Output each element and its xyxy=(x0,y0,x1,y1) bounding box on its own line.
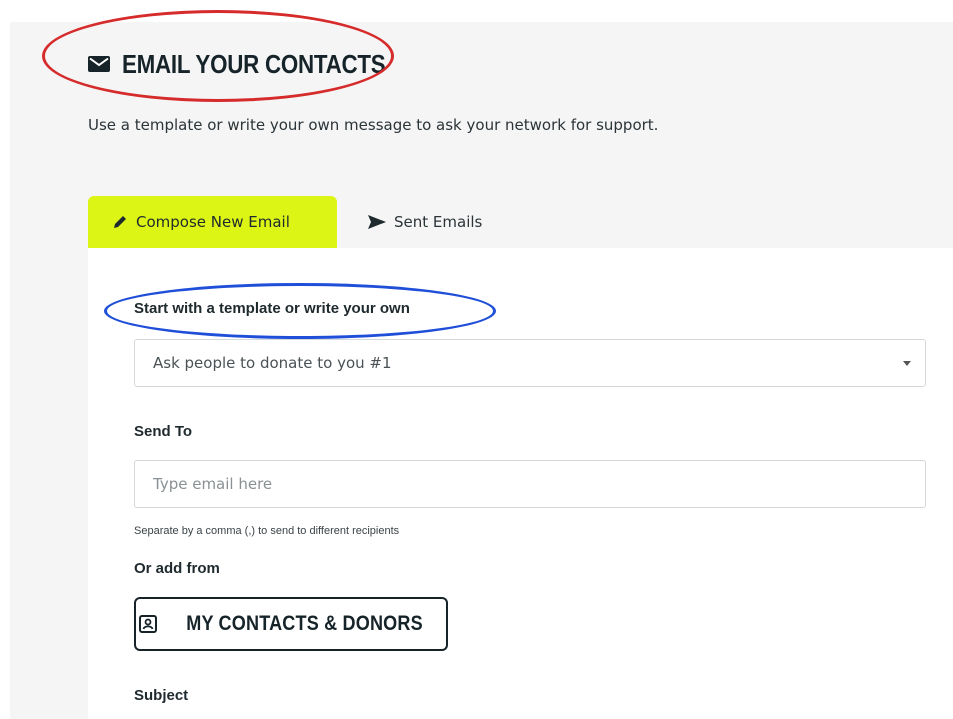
tab-sent-emails[interactable]: Sent Emails xyxy=(346,196,546,248)
tab-sent-label: Sent Emails xyxy=(394,213,483,231)
page-title-text: EMAIL YOUR CONTACTS xyxy=(122,48,386,79)
template-label: Start with a template or write your own xyxy=(134,300,410,317)
chevron-down-icon xyxy=(903,361,911,366)
pencil-icon xyxy=(112,214,128,230)
page-title: EMAIL YOUR CONTACTS xyxy=(88,46,428,82)
my-contacts-donors-button[interactable]: MY CONTACTS & DONORS xyxy=(134,597,448,651)
page-subtitle: Use a template or write your own message… xyxy=(88,116,659,134)
send-icon xyxy=(368,215,386,229)
my-contacts-donors-label: MY CONTACTS & DONORS xyxy=(186,612,424,635)
template-select[interactable]: Ask people to donate to you #1 xyxy=(134,339,926,387)
subject-label: Subject xyxy=(134,687,189,704)
contact-card-icon xyxy=(139,615,158,633)
send-to-input[interactable] xyxy=(134,460,926,508)
send-to-hint: Separate by a comma (,) to send to diffe… xyxy=(134,525,400,537)
add-from-label: Or add from xyxy=(134,560,220,577)
send-to-label: Send To xyxy=(134,423,193,440)
envelope-icon xyxy=(88,56,110,72)
template-select-value: Ask people to donate to you #1 xyxy=(153,354,392,372)
tab-compose-new-email[interactable]: Compose New Email xyxy=(88,196,337,248)
tab-compose-label: Compose New Email xyxy=(136,213,290,231)
